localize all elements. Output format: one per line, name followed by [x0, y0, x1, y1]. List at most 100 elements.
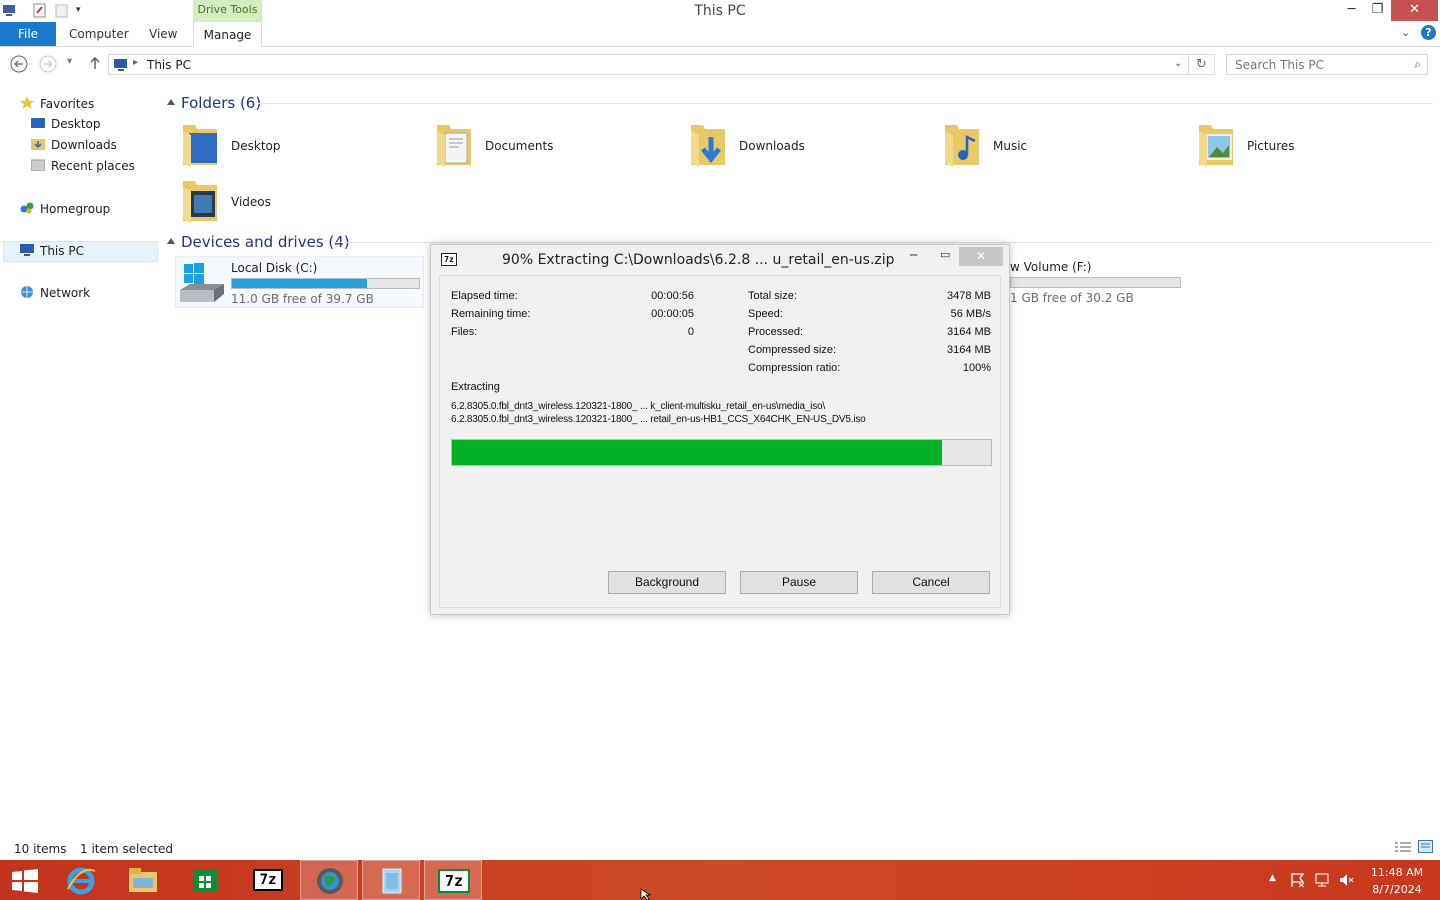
details-view-icon[interactable]	[1395, 841, 1411, 856]
files-label: Files:	[451, 326, 478, 338]
tab-manage[interactable]: Manage	[193, 22, 262, 47]
taskbar-app-globe[interactable]	[300, 860, 358, 900]
action-center-flag-icon[interactable]	[1290, 872, 1306, 891]
dialog-close-button[interactable]: ✕	[959, 247, 1003, 266]
recent-locations-chevron-icon[interactable]: ▾	[67, 56, 72, 67]
breadcrumb-chevron-icon[interactable]: ▸	[133, 57, 138, 68]
tab-view[interactable]: View	[149, 27, 177, 41]
restore-button[interactable]: ❐	[1364, 0, 1391, 21]
dialog-minimize-button[interactable]: ─	[910, 248, 917, 262]
close-button[interactable]: ✕	[1391, 0, 1438, 21]
search-box[interactable]: ⌕	[1226, 54, 1428, 75]
drive-local-disk-c[interactable]: Local Disk (C:) 11.0 GB free of 39.7 GB	[175, 256, 424, 308]
extraction-progress-fill	[452, 440, 943, 465]
compressed-size-value: 3164 MB	[946, 344, 991, 356]
this-pc-icon	[113, 58, 129, 75]
back-button[interactable]	[9, 54, 29, 78]
7zip-icon: 7z	[253, 869, 283, 891]
nav-item-downloads[interactable]: Downloads	[31, 138, 117, 152]
folder-label: Downloads	[739, 139, 805, 153]
total-size-value: 3478 MB	[946, 290, 991, 302]
folder-label: Desktop	[231, 139, 281, 153]
show-hidden-icons-chevron[interactable]: ▲	[1269, 873, 1276, 883]
files-value: 0	[687, 326, 694, 338]
taskbar-7zip[interactable]: 7z	[238, 860, 296, 900]
nav-favorites[interactable]: Favorites	[20, 96, 94, 111]
cancel-button[interactable]: Cancel	[872, 571, 990, 594]
taskbar-file-explorer[interactable]	[114, 860, 172, 900]
remaining-time-value: 00:00:05	[651, 308, 694, 320]
recent-places-icon	[30, 159, 46, 172]
desktop-folder-icon	[183, 125, 217, 167]
navigation-bar: ▾ ▸ This PC ⌄ ↻ ⌕	[0, 52, 1440, 78]
status-item-count: 10 items	[14, 842, 67, 856]
help-icon[interactable]: ?	[1421, 25, 1436, 40]
remaining-time-label: Remaining time:	[451, 308, 531, 320]
address-dropdown-icon[interactable]: ⌄	[1174, 58, 1182, 69]
collapse-devices-icon[interactable]	[167, 238, 175, 244]
drive-name: Local Disk (C:)	[231, 261, 318, 275]
folder-label: Music	[993, 139, 1028, 153]
pictures-folder-icon	[1199, 125, 1233, 167]
file-explorer-icon	[129, 868, 157, 892]
total-size-label: Total size:	[748, 290, 797, 302]
taskbar-app-document[interactable]	[362, 860, 420, 900]
start-button[interactable]	[0, 860, 58, 900]
devices-group-header[interactable]: Devices and drives (4)	[181, 233, 350, 251]
minimize-button[interactable]: ─	[1338, 0, 1365, 21]
taskbar-store[interactable]	[176, 860, 234, 900]
up-button[interactable]	[88, 55, 102, 75]
status-selection: 1 item selected	[80, 842, 174, 856]
nav-item-label: Desktop	[51, 117, 101, 131]
refresh-button[interactable]: ↻	[1189, 54, 1215, 75]
downloads-folder-icon	[691, 125, 725, 167]
breadcrumb-this-pc[interactable]: This PC	[147, 58, 191, 72]
volume-muted-icon[interactable]	[1338, 872, 1354, 891]
nav-homegroup[interactable]: Homegroup	[20, 201, 110, 216]
pause-button[interactable]: Pause	[740, 571, 858, 594]
desktop-icon	[31, 117, 45, 129]
expand-ribbon-icon[interactable]: ⌄	[1401, 26, 1410, 39]
windows-logo-icon	[12, 869, 38, 893]
nav-favorites-label: Favorites	[40, 97, 95, 111]
clock-date[interactable]: 8/7/2024	[1363, 883, 1431, 896]
forward-button[interactable]	[38, 54, 58, 78]
elapsed-time-value: 00:00:56	[651, 290, 694, 302]
ribbon-tabs: File Computer View Manage ⌄ ?	[0, 22, 1440, 47]
clock-time[interactable]: 11:48 AM	[1363, 866, 1431, 879]
mouse-cursor-icon	[640, 888, 652, 900]
compressed-size-label: Compressed size:	[748, 344, 837, 356]
music-folder-icon	[945, 125, 979, 167]
operation-label: Extracting	[451, 381, 500, 393]
network-status-icon[interactable]	[1314, 872, 1330, 891]
documents-folder-icon	[437, 125, 471, 167]
drive-name-partial[interactable]: w Volume (F:)	[1010, 260, 1091, 274]
nav-item-label: Recent places	[51, 159, 135, 173]
taskbar-7zip-active[interactable]: 7z	[424, 860, 482, 900]
nav-item-recent-places[interactable]: Recent places	[30, 159, 135, 173]
drive-free-space: 1 GB free of 30.2 GB	[1010, 291, 1134, 305]
taskbar-internet-explorer[interactable]	[52, 860, 110, 900]
drive-usage-bar	[231, 278, 420, 289]
folders-group-header[interactable]: Folders (6)	[181, 94, 261, 112]
windows-drive-icon	[180, 263, 224, 302]
nav-this-pc[interactable]: This PC	[20, 243, 84, 258]
group-divider	[334, 242, 1433, 243]
background-button[interactable]: Background	[608, 571, 726, 594]
search-icon[interactable]: ⌕	[1414, 57, 1421, 72]
nav-item-desktop[interactable]: Desktop	[31, 117, 101, 131]
tab-computer[interactable]: Computer	[69, 27, 129, 41]
7zip-icon: 7z	[441, 253, 457, 266]
nav-network[interactable]: Network	[20, 285, 90, 300]
large-icons-view-icon[interactable]	[1418, 840, 1434, 857]
star-icon	[20, 96, 34, 109]
collapse-folders-icon[interactable]	[167, 99, 175, 105]
tab-file[interactable]: File	[0, 22, 56, 46]
dialog-maximize-button[interactable]: ▭	[940, 248, 950, 261]
taskbar: 7z 7z ▲ 11:48 AM 8/7/2024	[0, 860, 1440, 900]
search-input[interactable]	[1235, 55, 1405, 74]
nav-network-label: Network	[40, 286, 91, 300]
address-bar[interactable]: ▸ This PC ⌄	[108, 54, 1189, 75]
dialog-title-bar: 7z 90% Extracting C:\Downloads\6.2.8 ...…	[431, 245, 1009, 275]
drive-usage-fill	[232, 279, 367, 288]
